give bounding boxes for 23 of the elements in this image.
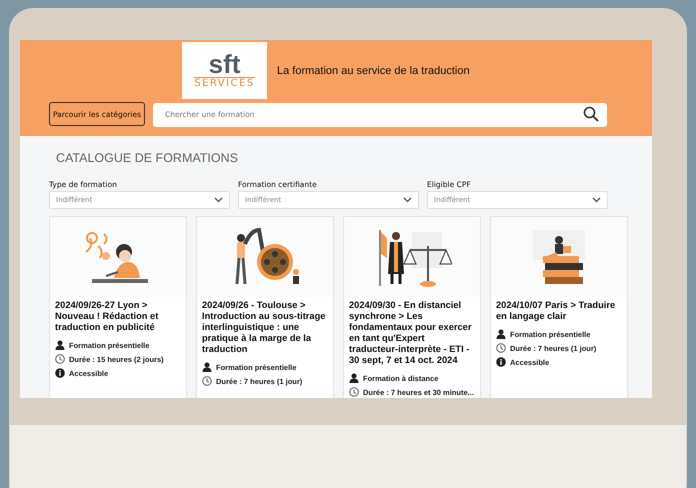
person-icon bbox=[349, 373, 359, 383]
info-icon bbox=[55, 368, 65, 378]
clock-icon bbox=[349, 387, 359, 397]
person-icon bbox=[202, 362, 212, 372]
person-icon bbox=[496, 329, 506, 339]
chevron-down-icon bbox=[592, 197, 601, 203]
search-icon[interactable] bbox=[583, 106, 599, 122]
chevron-down-icon bbox=[403, 197, 412, 203]
logo-text: sft bbox=[208, 51, 240, 77]
course-title[interactable]: 2024/09/26 - Toulouse > Introduction au sous-titrage interlinguistique : une pratique à la marge de la traduction bbox=[202, 300, 328, 355]
tagline: La formation au service de la traduction bbox=[277, 64, 470, 76]
logo-subtext: SERVICES bbox=[194, 77, 255, 90]
clock-icon bbox=[55, 354, 65, 364]
course-title[interactable]: 2024/10/07 Paris > Traduire en langage clair bbox=[496, 300, 622, 322]
chevron-down-icon bbox=[214, 197, 223, 203]
logo[interactable]: sft SERVICES bbox=[182, 42, 267, 99]
clock-icon bbox=[202, 376, 212, 386]
info-icon bbox=[496, 357, 506, 367]
clock-icon bbox=[496, 343, 506, 353]
course-title[interactable]: 2024/09/26-27 Lyon > Nouveau ! Rédaction et traduction en publicité bbox=[55, 300, 181, 333]
course-title[interactable]: 2024/09/30 - En distanciel synchrone > Les fondamentaux pour exercer en tant qu'Expert traducteur-interprète - ETI - 30 sept, 7 et 14 oct. 2024 bbox=[349, 300, 475, 366]
page-title: CATALOGUE DE FORMATIONS bbox=[56, 151, 239, 165]
person-icon bbox=[55, 340, 65, 350]
